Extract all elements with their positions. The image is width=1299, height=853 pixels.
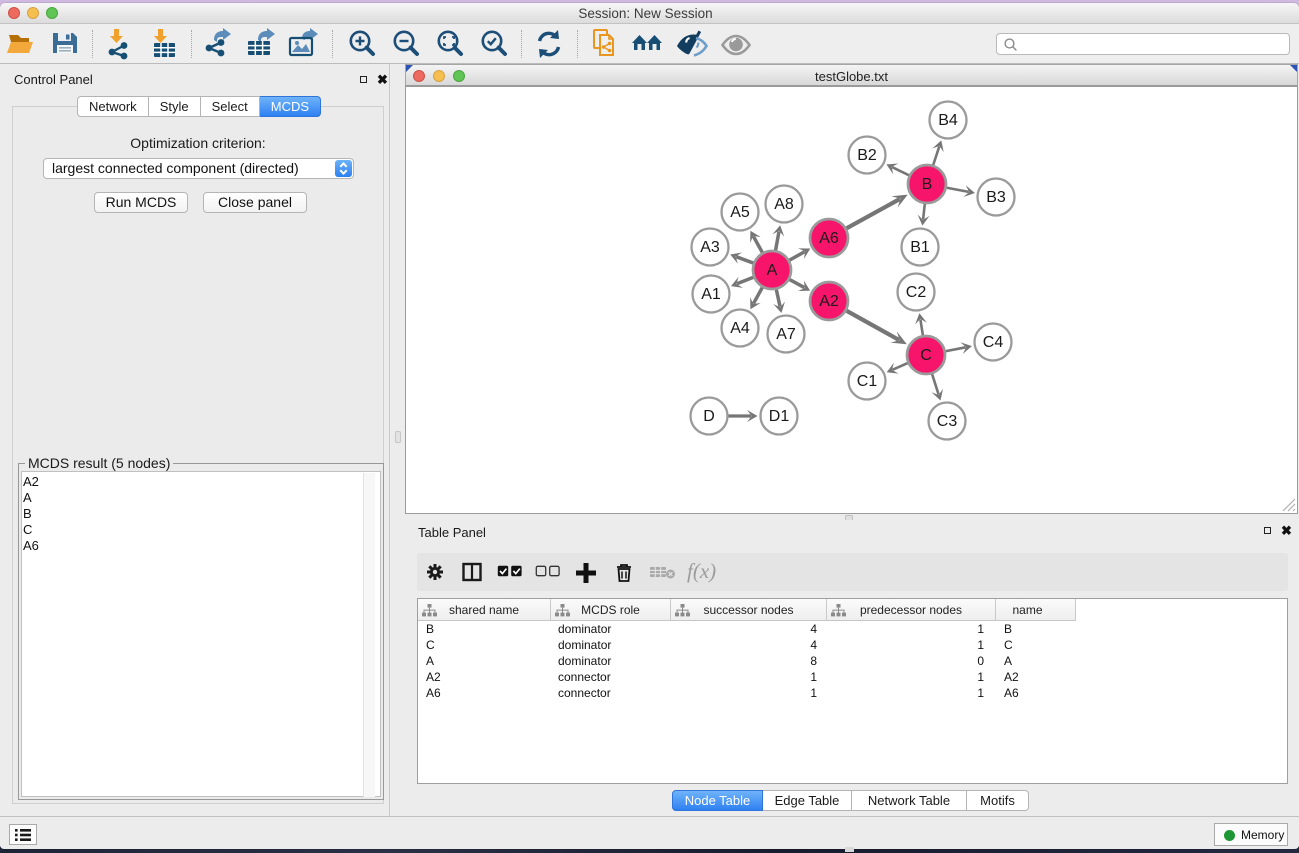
- svg-text:C3: C3: [937, 413, 958, 430]
- svg-text:B: B: [922, 176, 933, 193]
- svg-text:D: D: [703, 408, 715, 425]
- svg-text:D1: D1: [769, 408, 790, 425]
- svg-text:B2: B2: [857, 147, 877, 164]
- svg-text:A2: A2: [819, 293, 839, 310]
- svg-text:C: C: [920, 347, 932, 364]
- svg-text:A5: A5: [730, 204, 750, 221]
- svg-text:A4: A4: [730, 320, 750, 337]
- svg-text:A6: A6: [819, 230, 839, 247]
- svg-text:A8: A8: [774, 196, 794, 213]
- svg-text:B3: B3: [986, 189, 1006, 206]
- svg-text:A: A: [767, 262, 778, 279]
- svg-text:C4: C4: [983, 334, 1004, 351]
- svg-text:B1: B1: [910, 239, 930, 256]
- svg-text:C2: C2: [906, 284, 927, 301]
- svg-text:A3: A3: [700, 239, 720, 256]
- svg-text:B4: B4: [938, 112, 958, 129]
- svg-text:A1: A1: [701, 286, 721, 303]
- svg-text:A7: A7: [776, 326, 796, 343]
- svg-text:C1: C1: [857, 373, 878, 390]
